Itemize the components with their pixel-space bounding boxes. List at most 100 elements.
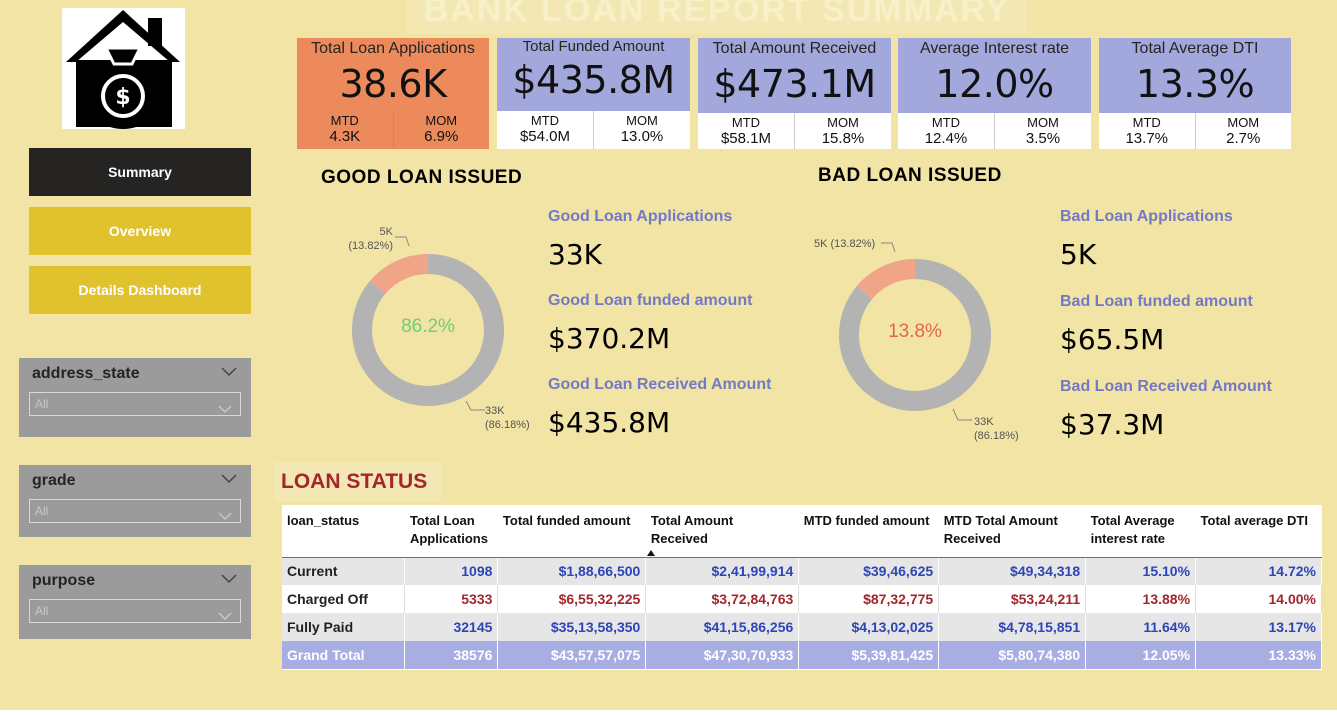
table-cell: $87,32,775 (798, 585, 940, 613)
table-cell: Grand Total (282, 641, 406, 669)
table-cell: $4,13,02,025 (798, 613, 940, 641)
table-cell: $3,72,84,763 (645, 585, 800, 613)
address-state-slicer-label: address_state (32, 365, 140, 382)
table-row[interactable]: Current 1098 $1,88,66,500 $2,41,99,914 $… (282, 557, 1322, 585)
table-cell: $2,41,99,914 (645, 557, 800, 585)
bad-small-leader-line (881, 242, 896, 253)
table-row[interactable]: Charged Off 5333 $6,55,32,225 $3,72,84,7… (282, 585, 1322, 613)
bad-donut-center-label: 13.8% (888, 321, 942, 342)
overview-button[interactable]: Overview (29, 207, 251, 255)
bad-big-slice-value: 33K (974, 416, 994, 428)
column-header[interactable]: loan_status (282, 505, 405, 558)
good-big-slice-value: 33K (485, 405, 505, 417)
donut-slice-5k[interactable] (369, 254, 428, 294)
table-cell: $1,88,66,500 (497, 557, 647, 585)
kpi-total-loan-applications: Total Loan Applications 38.6K MTD 4.3K MO… (297, 38, 489, 149)
details-dashboard-button-label: Details Dashboard (78, 282, 202, 298)
kpi-mtd-value: 12.4% (924, 130, 968, 147)
kpi-mom-label: MOM (1227, 115, 1260, 130)
grade-slicer-label: grade (32, 472, 76, 489)
address-state-slicer[interactable]: address_state All (19, 358, 251, 437)
grade-value: All (35, 504, 49, 518)
bad-loan-funded-value: $65.5M (1060, 323, 1165, 356)
column-header[interactable]: Total Average interest rate (1085, 505, 1196, 558)
kpi-mtd-label: MTD (330, 113, 359, 128)
report-title: BANK LOAN REPORT SUMMARY (407, 0, 1027, 34)
purpose-value: All (35, 604, 49, 618)
purpose-dropdown[interactable]: All (29, 599, 241, 623)
kpi-value: $435.8M (512, 58, 675, 102)
kpi-mtd-value: $54.0M (519, 128, 571, 145)
table-cell: $5,39,81,425 (798, 641, 940, 669)
good-loan-header: GOOD LOAN ISSUED (321, 167, 523, 188)
bad-loan-applications-label: Bad Loan Applications (1060, 208, 1233, 225)
good-loan-applications-value: 33K (548, 238, 602, 271)
purpose-slicer[interactable]: purpose All (19, 565, 251, 639)
table-cell: 14.00% (1195, 585, 1322, 613)
summary-button[interactable]: Summary (29, 148, 251, 196)
kpi-value: $473.1M (713, 62, 876, 106)
kpi-title: Total Funded Amount (522, 38, 665, 55)
table-cell: 12.05% (1085, 641, 1197, 669)
good-loan-applications-label: Good Loan Applications (548, 208, 733, 225)
bad-loan-received-label: Bad Loan Received Amount (1060, 378, 1272, 395)
kpi-mtd-value: 4.3K (329, 128, 361, 145)
table-cell: $43,57,57,075 (497, 641, 647, 669)
table-cell: Fully Paid (282, 613, 406, 641)
grade-slicer[interactable]: grade All (19, 465, 251, 537)
address-state-dropdown[interactable]: All (29, 392, 241, 416)
good-small-slice-label: 5K (13.82%) (343, 225, 393, 253)
donut-slice-5k[interactable] (856, 259, 915, 299)
report-title-text: BANK LOAN REPORT SUMMARY (423, 0, 1011, 29)
chevron-down-icon[interactable] (221, 571, 237, 589)
kpi-mtd-label: MTD (530, 113, 560, 128)
kpi-mom-value: 13.0% (620, 128, 664, 145)
kpi-mom-value: 2.7% (1226, 130, 1261, 147)
overview-button-label: Overview (108, 223, 172, 239)
bad-big-leader-line (952, 408, 972, 421)
kpi-value: 13.3% (1135, 62, 1255, 106)
table-cell: 38576 (404, 641, 499, 669)
chevron-down-icon[interactable] (221, 471, 237, 489)
table-cell: $53,24,211 (938, 585, 1087, 613)
table-cell: $4,78,15,851 (938, 613, 1087, 641)
column-header[interactable]: Total funded amount (497, 505, 646, 558)
kpi-title: Total Loan Applications (311, 40, 475, 57)
kpi-title: Total Average DTI (1131, 40, 1259, 57)
details-dashboard-button[interactable]: Details Dashboard (29, 266, 251, 314)
good-big-slice-label: 33K (86.18%) (485, 404, 530, 432)
grade-dropdown[interactable]: All (29, 499, 241, 523)
purpose-slicer-label: purpose (32, 572, 96, 589)
kpi-mom-value: 3.5% (1025, 130, 1061, 147)
table-row[interactable]: Fully Paid 32145 $35,13,58,350 $41,15,86… (282, 613, 1322, 641)
column-header[interactable]: MTD Total Amount Received (938, 505, 1086, 558)
kpi-value: 38.6K (339, 62, 447, 106)
kpi-total-funded-amount: Total Funded Amount $435.8M MTD $54.0M MO… (497, 38, 690, 149)
address-state-value: All (35, 397, 49, 411)
sort-ascending-icon (646, 543, 655, 561)
column-header[interactable]: MTD funded amount (798, 505, 939, 558)
good-loan-received-label: Good Loan Received Amount (548, 376, 772, 393)
good-loan-funded-label: Good Loan funded amount (548, 292, 753, 309)
kpi-mom-label: MOM (827, 115, 859, 130)
good-small-leader-line (395, 236, 410, 247)
summary-button-label: Summary (108, 164, 172, 180)
column-header[interactable]: Total average DTI (1195, 505, 1322, 558)
dropdown-chevron-icon (218, 506, 232, 528)
table-cell: 32145 (404, 613, 499, 641)
kpi-mtd-value: 13.7% (1125, 130, 1169, 147)
kpi-total-average-dti: Total Average DTI 13.3% MTD 13.7% MOM 2.7% (1099, 38, 1291, 149)
kpi-mom-label: MOM (626, 113, 658, 128)
kpi-value: 12.0% (935, 62, 1054, 106)
column-header-sorted[interactable]: Total Amount Received (645, 505, 799, 558)
good-loan-received-value: $435.8M (548, 406, 671, 439)
column-header[interactable]: Total Loan Applications (404, 505, 498, 558)
dropdown-chevron-icon (218, 399, 232, 421)
chevron-down-icon[interactable] (221, 364, 237, 382)
kpi-mom-value: 15.8% (821, 130, 865, 147)
table-cell: 13.88% (1085, 585, 1197, 613)
table-cell: 1098 (404, 557, 499, 585)
table-total-row: Grand Total 38576 $43,57,57,075 $47,30,7… (282, 641, 1322, 669)
table-cell: $35,13,58,350 (497, 613, 647, 641)
table-cell: 15.10% (1085, 557, 1197, 585)
